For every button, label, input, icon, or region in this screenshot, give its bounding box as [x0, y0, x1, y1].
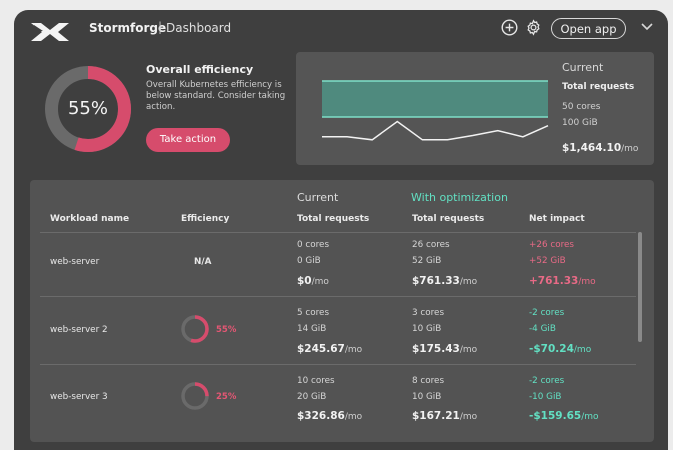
row-current-cost-value: $326.86 [297, 410, 345, 422]
row-optimized-memory: 10 GiB [412, 392, 442, 402]
breadcrumb-separator: | [158, 20, 163, 34]
row-optimized-cost: $175.43/mo [412, 343, 477, 355]
row-net-memory: -10 GiB [529, 392, 562, 402]
row-current-cost-unit: /mo [344, 412, 363, 422]
col-net-impact[interactable]: Net impact [529, 214, 585, 224]
row-net-cost-unit: /mo [578, 277, 596, 287]
row-divider [40, 364, 636, 365]
open-app-button[interactable]: Open app [551, 18, 626, 39]
row-optimized-cost-unit: /mo [459, 277, 478, 287]
row-workload-name[interactable]: web-server [50, 257, 99, 267]
row-net-cores: +26 cores [529, 240, 574, 250]
row-optimized-cost-value: $761.33 [412, 275, 460, 287]
take-action-button[interactable]: Take action [146, 128, 230, 152]
row-optimized-cost-unit: /mo [459, 412, 478, 422]
row-current-memory: 20 GiB [297, 392, 327, 402]
row-optimized-cost-unit: /mo [459, 345, 478, 355]
row-optimized-cores: 26 cores [412, 240, 450, 250]
row-optimized-memory: 52 GiB [412, 256, 442, 266]
row-current-cost-unit: /mo [311, 277, 329, 287]
row-optimized-cores: 3 cores [412, 308, 445, 318]
workloads-table: Current With optimization Workload name … [30, 180, 654, 442]
breadcrumb-dashboard[interactable]: Dashboard [166, 21, 231, 35]
current-title: Current [562, 61, 604, 74]
col-current-requests[interactable]: Total requests [297, 214, 369, 224]
row-workload-name[interactable]: web-server 3 [50, 392, 108, 402]
plus-circle-icon[interactable] [500, 18, 518, 36]
row-current-cost-value: $0 [297, 275, 312, 287]
top-bar: Stormforge | Dashboard Open app [14, 10, 668, 46]
row-optimized-cost-value: $167.21 [412, 410, 460, 422]
col-optimized-requests[interactable]: Total requests [412, 214, 484, 224]
gear-icon[interactable] [524, 18, 542, 36]
row-current-cost: $326.86/mo [297, 410, 362, 422]
header-divider [40, 232, 636, 233]
row-net-cost: +761.33/mo [529, 275, 596, 287]
col-workload-name[interactable]: Workload name [50, 214, 129, 224]
efficiency-title: Overall efficiency [146, 63, 254, 76]
current-subtitle: Total requests [562, 82, 635, 92]
row-net-cost-value: +761.33 [529, 275, 579, 287]
row-current-cores: 10 cores [297, 376, 335, 386]
row-efficiency-value: 25% [216, 392, 237, 402]
row-current-cores: 0 cores [297, 240, 330, 250]
row-net-cost-value: -$70.24 [529, 343, 574, 355]
current-cost: $1,464.10/mo [562, 142, 638, 154]
overall-efficiency-panel: 55% Overall efficiency Overall Kubernete… [14, 54, 285, 164]
row-optimized-cost: $761.33/mo [412, 275, 477, 287]
row-optimized-cost-value: $175.43 [412, 343, 460, 355]
usage-line [322, 120, 549, 141]
row-optimized-memory: 10 GiB [412, 324, 442, 334]
efficiency-percent: 55% [67, 98, 108, 119]
row-net-cost: -$70.24/mo [529, 343, 591, 355]
table-scrollbar[interactable] [638, 232, 642, 342]
current-cores: 50 cores [562, 102, 601, 112]
row-net-memory: +52 GiB [529, 256, 566, 266]
row-current-memory: 0 GiB [297, 256, 321, 266]
brand-name: Stormforge [89, 21, 167, 35]
group-current: Current [297, 191, 339, 204]
dashboard-window: Stormforge | Dashboard Open app 55% Over… [14, 10, 668, 450]
row-net-memory: -4 GiB [529, 324, 556, 334]
current-cost-value: $1,464.10 [562, 142, 622, 154]
col-efficiency[interactable]: Efficiency [181, 214, 229, 224]
efficiency-description: Overall Kubernetes efficiency is below s… [146, 80, 286, 112]
row-current-cost-unit: /mo [344, 345, 363, 355]
row-net-cost-value: -$159.65 [529, 410, 582, 422]
row-net-cost: -$159.65/mo [529, 410, 599, 422]
row-efficiency-donut [181, 382, 209, 410]
row-efficiency-value: N/A [194, 257, 212, 267]
row-efficiency-value: 55% [216, 325, 237, 335]
x-logo-icon[interactable] [31, 21, 69, 43]
row-divider [40, 296, 636, 297]
group-optimization: With optimization [411, 191, 508, 204]
row-optimized-cost: $167.21/mo [412, 410, 477, 422]
row-net-cost-unit: /mo [581, 412, 599, 422]
row-current-cores: 5 cores [297, 308, 330, 318]
current-cost-unit: /mo [621, 144, 639, 154]
row-net-cores: -2 cores [529, 376, 565, 386]
row-current-cost-value: $245.67 [297, 343, 345, 355]
row-current-memory: 14 GiB [297, 324, 327, 334]
requests-band [322, 81, 548, 117]
row-workload-name[interactable]: web-server 2 [50, 325, 108, 335]
row-current-cost: $0/mo [297, 275, 329, 287]
current-usage-panel: Current Total requests 50 cores 100 GiB … [296, 52, 654, 165]
row-net-cost-unit: /mo [573, 345, 592, 355]
chevron-down-icon[interactable] [638, 18, 656, 36]
row-optimized-cores: 8 cores [412, 376, 445, 386]
row-net-cores: -2 cores [529, 308, 565, 318]
row-efficiency-donut [181, 315, 209, 343]
row-current-cost: $245.67/mo [297, 343, 362, 355]
current-memory: 100 GiB [562, 118, 598, 128]
